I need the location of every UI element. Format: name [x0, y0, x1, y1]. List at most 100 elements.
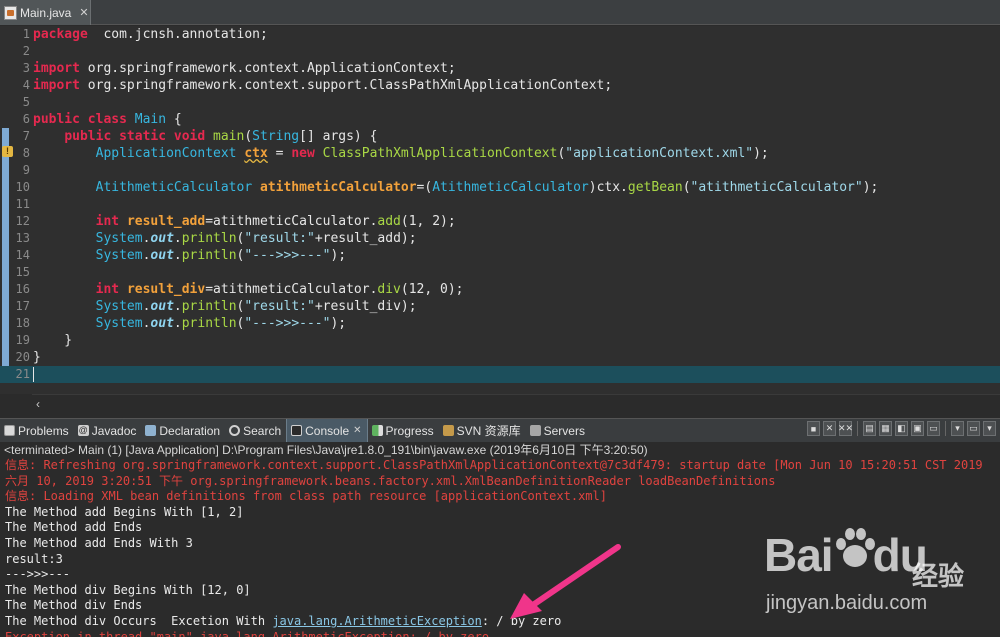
- code-line[interactable]: 3 import org.springframework.context.Appl…: [0, 60, 1000, 77]
- line-number: 1: [22, 27, 30, 41]
- code-token: "atithmeticCalculator": [690, 180, 863, 195]
- code-text: package com.jcnsh.annotation;: [33, 26, 268, 43]
- code-line[interactable]: 1 package com.jcnsh.annotation;: [0, 26, 1000, 43]
- tab-console[interactable]: Console ✕: [286, 418, 368, 443]
- tab-declaration[interactable]: Declaration: [141, 419, 225, 443]
- close-icon[interactable]: ✕: [79, 6, 88, 19]
- console-text: The Method div Occurs Excetion With: [5, 613, 273, 628]
- console-toolbar-button[interactable]: ■: [807, 421, 820, 436]
- code-text: System.out.println("--->>>---");: [33, 315, 346, 332]
- console-toolbar-button[interactable]: ✕: [823, 421, 836, 436]
- code-token: "--->>>---": [244, 248, 331, 263]
- text-caret: [33, 367, 34, 382]
- tab-search[interactable]: Search: [225, 419, 286, 443]
- code-line[interactable]: 8 ApplicationContext ctx = new ClassPath…: [0, 145, 1000, 162]
- tab-svn[interactable]: SVN 资源库: [439, 419, 526, 443]
- editor-tab-main-java[interactable]: Main.java ✕: [0, 0, 91, 25]
- code-line[interactable]: 10 AtithmeticCalculator atithmeticCalcul…: [0, 179, 1000, 196]
- console-toolbar-button[interactable]: ✕✕: [838, 421, 853, 436]
- console-toolbar-button[interactable]: ▭: [967, 421, 980, 436]
- tab-problems[interactable]: Problems: [0, 419, 74, 443]
- code-token: AtithmeticCalculator: [95, 180, 253, 195]
- line-number: 14: [15, 248, 30, 262]
- code-token: (12, 0);: [400, 282, 464, 297]
- code-token: out: [150, 316, 174, 331]
- console-text: The Method div Begins With [12, 0]: [5, 582, 251, 597]
- code-text: AtithmeticCalculator atithmeticCalculato…: [33, 179, 879, 196]
- annotation-arrow: [510, 544, 621, 619]
- close-icon[interactable]: ✕: [353, 425, 361, 436]
- code-line[interactable]: 19 }: [0, 332, 1000, 349]
- baidu-jingyan-watermark: Bai du 经验 jingyan.baidu.com: [764, 528, 984, 628]
- svn-icon: [442, 425, 454, 436]
- code-token: )ctx.: [588, 180, 628, 195]
- console-text: --->>>---: [5, 567, 71, 582]
- console-line: Exception in thread "main" java.lang.Ari…: [0, 630, 1000, 637]
- code-line[interactable]: 6 public class Main {: [0, 111, 1000, 128]
- code-line[interactable]: 7 public static void main(String[] args)…: [0, 128, 1000, 145]
- horizontal-scrollbar[interactable]: ‹: [32, 394, 1000, 414]
- code-token: );: [330, 316, 347, 331]
- line-number: 2: [22, 44, 30, 58]
- javadoc-icon: @: [77, 425, 89, 436]
- console-toolbar-button[interactable]: ▾: [951, 421, 964, 436]
- tab-label: Declaration: [159, 423, 221, 438]
- code-line[interactable]: 16 int result_div=atithmeticCalculator.d…: [0, 281, 1000, 298]
- code-text: public class Main {: [33, 111, 182, 128]
- code-token: main: [213, 129, 245, 144]
- code-line[interactable]: 9: [0, 162, 1000, 179]
- line-number: 17: [15, 299, 30, 313]
- console-toolbar-button[interactable]: ▭: [927, 421, 940, 436]
- code-line[interactable]: 20}: [0, 349, 1000, 366]
- tab-label: Search: [243, 423, 282, 438]
- code-text: ApplicationContext ctx = new ClassPathXm…: [33, 145, 769, 162]
- code-token: println: [181, 231, 237, 246]
- code-token: );: [862, 180, 879, 195]
- code-line[interactable]: 4 import org.springframework.context.supp…: [0, 77, 1000, 94]
- tab-javadoc[interactable]: @ Javadoc: [74, 419, 142, 443]
- console-toolbar-button[interactable]: ◧: [895, 421, 908, 436]
- code-token: println: [181, 248, 237, 263]
- tab-servers[interactable]: Servers: [526, 419, 590, 443]
- code-line[interactable]: 13 System.out.println("result:"+result_a…: [0, 230, 1000, 247]
- code-line[interactable]: 2: [0, 43, 1000, 60]
- line-number: 11: [15, 197, 30, 211]
- code-line[interactable]: 21: [0, 366, 1000, 383]
- code-token: new: [291, 146, 315, 161]
- code-editor[interactable]: ! 1 package com.jcnsh.annotation; 2 3 import…: [0, 26, 1000, 414]
- code-line[interactable]: 14 System.out.println("--->>>---");: [0, 247, 1000, 264]
- exception-link[interactable]: java.lang.ArithmeticException: [272, 614, 482, 628]
- code-token: System: [95, 316, 143, 331]
- code-token: System: [95, 299, 143, 314]
- code-token: Main: [134, 112, 167, 127]
- code-token: );: [330, 248, 347, 263]
- code-line[interactable]: 18 System.out.println("--->>>---");: [0, 315, 1000, 332]
- code-token: ApplicationContext: [95, 146, 237, 161]
- code-line[interactable]: 17 System.out.println("result:"+result_d…: [0, 298, 1000, 315]
- tab-label: Console: [305, 423, 350, 438]
- console-toolbar-button[interactable]: ▣: [911, 421, 924, 436]
- paw-icon: [836, 528, 875, 567]
- code-line[interactable]: 5: [0, 94, 1000, 111]
- code-token: +result_add);: [314, 231, 417, 246]
- tab-progress[interactable]: Progress: [368, 419, 439, 443]
- code-token: out: [150, 248, 174, 263]
- console-toolbar-button[interactable]: ▦: [879, 421, 892, 436]
- console-text: 信息: Loading XML bean definitions from cl…: [5, 489, 607, 504]
- code-token: ClassPathXmlApplicationContext: [322, 146, 558, 161]
- declaration-icon: [145, 425, 157, 436]
- line-number: 21: [15, 367, 30, 381]
- console-toolbar-button[interactable]: ▤: [863, 421, 876, 436]
- scroll-left-icon[interactable]: ‹: [36, 397, 40, 411]
- console-toolbar-button[interactable]: ▾: [983, 421, 996, 436]
- code-line[interactable]: 11: [0, 196, 1000, 213]
- code-line[interactable]: 15: [0, 264, 1000, 281]
- code-token: getBean: [627, 180, 683, 195]
- line-number: 6: [22, 112, 30, 126]
- console-text: The Method add Begins With [1, 2]: [5, 504, 244, 519]
- code-line[interactable]: 12 int result_add=atithmeticCalculator.a…: [0, 213, 1000, 230]
